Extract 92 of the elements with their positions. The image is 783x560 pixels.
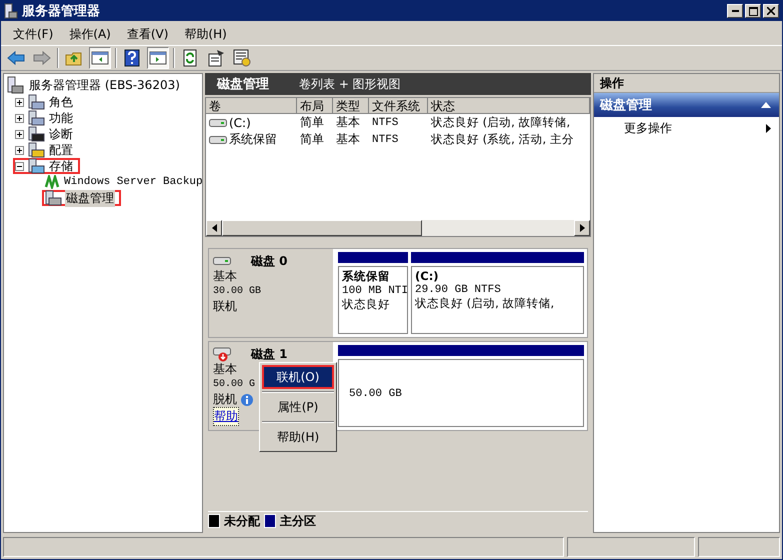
horizontal-scrollbar[interactable] bbox=[206, 220, 590, 236]
minimize-button[interactable] bbox=[727, 4, 743, 18]
expand-icon[interactable] bbox=[15, 146, 24, 154]
expand-icon[interactable] bbox=[15, 114, 24, 122]
table-cell: 简单 bbox=[300, 114, 324, 131]
tree-item[interactable]: 存储 bbox=[48, 158, 74, 174]
partition-size: 50.00 GB bbox=[349, 388, 403, 400]
panel-title: 磁盘管理 bbox=[217, 76, 269, 93]
maximize-icon bbox=[748, 6, 758, 16]
menu-item[interactable]: 文件(F) bbox=[7, 26, 60, 42]
tree-item[interactable]: 功能 bbox=[48, 110, 74, 126]
table-cell: 状态良好 (启动, 故障转储, bbox=[431, 115, 570, 130]
section-title: 磁盘管理 bbox=[600, 97, 652, 114]
scroll-right-icon[interactable] bbox=[580, 224, 584, 232]
disk-status: 联机 bbox=[213, 299, 237, 314]
menu-item[interactable]: 联机(O) bbox=[262, 365, 334, 389]
column-header[interactable]: 文件系统 bbox=[369, 98, 428, 114]
close-icon bbox=[767, 7, 775, 15]
server-icon bbox=[44, 190, 62, 206]
legend-label: 未分配 bbox=[224, 512, 260, 530]
table-cell: NTFS bbox=[372, 116, 398, 128]
partition-status: 状态良好 (启动, 故障转储, bbox=[415, 296, 556, 311]
disk-type: 基本 bbox=[213, 362, 237, 377]
partition-box[interactable]: 系统保留 100 MB NTI 状态良好 bbox=[338, 266, 408, 334]
backup-icon bbox=[44, 175, 60, 189]
disk-name: 磁盘 0 bbox=[251, 252, 288, 270]
server-icon bbox=[4, 3, 18, 19]
server-icon bbox=[27, 110, 45, 126]
tree-item[interactable]: 磁盘管理 bbox=[65, 190, 115, 206]
legend-label: 主分区 bbox=[280, 512, 316, 530]
refresh-icon[interactable] bbox=[182, 49, 198, 67]
server-icon bbox=[27, 94, 45, 110]
menu-item[interactable]: 帮助(H) bbox=[178, 26, 233, 42]
tree-item[interactable]: 服务器管理器 (EBS-36203) bbox=[28, 76, 181, 94]
actions-header: 操作 bbox=[594, 74, 779, 93]
close-button[interactable] bbox=[763, 4, 779, 18]
info-icon bbox=[240, 392, 254, 406]
partition-status: 状态良好 bbox=[342, 297, 391, 312]
table-cell: 简单 bbox=[300, 131, 324, 148]
server-icon bbox=[27, 142, 45, 158]
partition-name: (C:) bbox=[415, 269, 440, 283]
menu-item[interactable]: 属性(P) bbox=[262, 395, 334, 419]
column-header[interactable]: 类型 bbox=[333, 98, 369, 114]
server-icon bbox=[6, 76, 24, 94]
disk-drive-icon bbox=[209, 136, 227, 144]
server-icon bbox=[27, 126, 45, 142]
table-cell: 状态良好 (系统, 活动, 主分 bbox=[431, 132, 574, 147]
partition-size: 29.90 GB NTFS bbox=[415, 284, 502, 296]
column-header[interactable]: 布局 bbox=[297, 98, 333, 114]
table-cell: (C:) bbox=[229, 116, 251, 130]
actions-section-header[interactable]: 磁盘管理 bbox=[594, 93, 779, 117]
menu-item[interactable]: 查看(V) bbox=[120, 26, 174, 42]
collapse-icon[interactable] bbox=[15, 162, 24, 170]
properties-icon[interactable] bbox=[207, 49, 225, 67]
collapse-icon[interactable] bbox=[761, 102, 771, 108]
window-title: 服务器管理器 bbox=[22, 3, 101, 20]
expand-icon[interactable] bbox=[15, 130, 24, 138]
expand-icon[interactable] bbox=[15, 98, 24, 106]
table-cell: 系统保留 bbox=[229, 131, 277, 148]
action-item[interactable]: 更多操作 bbox=[594, 117, 779, 140]
minimize-icon bbox=[732, 10, 738, 12]
tree-item[interactable]: 角色 bbox=[48, 94, 74, 110]
help-icon[interactable] bbox=[124, 49, 140, 67]
partition-box[interactable]: (C:) 29.90 GB NTFS 状态良好 (启动, 故障转储, bbox=[411, 266, 584, 334]
column-header[interactable]: 状态 bbox=[428, 98, 590, 114]
table-cell: NTFS bbox=[372, 134, 398, 146]
folder-up-icon[interactable] bbox=[65, 50, 83, 66]
disk-info-panel[interactable]: 磁盘 0 基本 30.00 GB 联机 bbox=[209, 249, 335, 337]
menu-item[interactable]: 操作(A) bbox=[63, 26, 117, 42]
submenu-arrow-icon bbox=[766, 124, 771, 133]
settings-icon[interactable] bbox=[233, 49, 251, 67]
disk-name: 磁盘 1 bbox=[251, 346, 288, 362]
table-cell: 基本 bbox=[336, 131, 360, 148]
forward-arrow-icon[interactable] bbox=[33, 50, 51, 66]
disk-status: 脱机 bbox=[213, 392, 237, 407]
column-header[interactable]: 卷 bbox=[206, 98, 297, 114]
disk-size: 50.00 G bbox=[213, 378, 256, 392]
disk-type: 基本 bbox=[213, 269, 237, 284]
server-icon bbox=[27, 158, 45, 174]
help-link[interactable]: 帮助 bbox=[213, 407, 239, 426]
disk-size: 30.00 GB bbox=[213, 285, 262, 299]
scroll-left-icon[interactable] bbox=[212, 224, 216, 232]
partition-name: 系统保留 bbox=[342, 269, 391, 284]
back-arrow-icon[interactable] bbox=[7, 50, 25, 66]
maximize-button[interactable] bbox=[745, 4, 761, 18]
tree-item[interactable]: 配置 bbox=[48, 142, 74, 158]
view-label: 卷列表 + 图形视图 bbox=[299, 76, 401, 92]
tree-item[interactable]: 诊断 bbox=[48, 126, 74, 142]
tree-item[interactable]: Windows Server Backup bbox=[63, 176, 204, 188]
partition-box[interactable]: 50.00 GB bbox=[338, 359, 584, 427]
table-cell: 基本 bbox=[336, 114, 360, 131]
disk-drive-icon bbox=[209, 118, 227, 126]
